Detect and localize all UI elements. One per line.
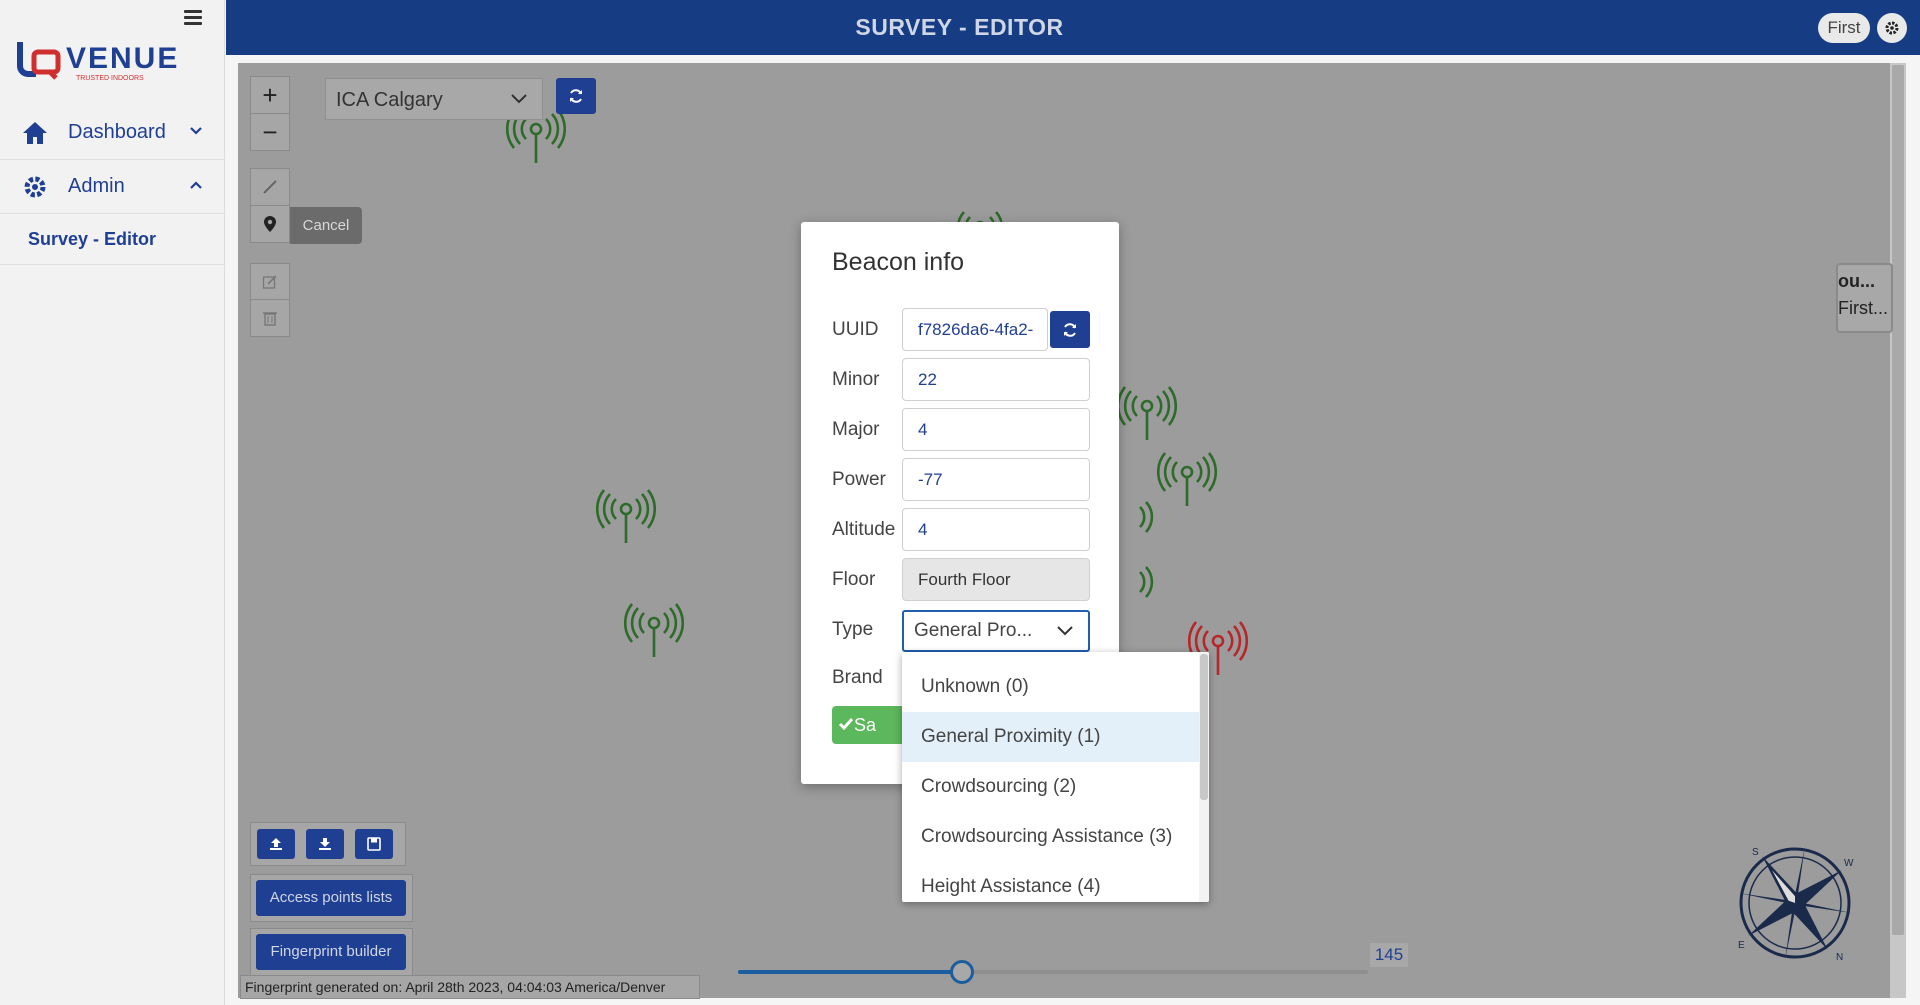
uuid-label: UUID (832, 319, 879, 340)
minor-field[interactable]: 22 (902, 358, 1090, 401)
zoom-out-button[interactable]: − (250, 113, 290, 151)
edit-icon (262, 275, 277, 289)
floor-panel-building: ou... (1838, 271, 1875, 291)
type-option[interactable]: Crowdsourcing (2) (902, 762, 1199, 812)
altitude-field[interactable]: 4 (902, 508, 1090, 551)
floor-label: Floor (832, 569, 876, 590)
beacon-marker[interactable] (624, 601, 684, 661)
uuid-field[interactable]: f7826da6-4fa2- (902, 308, 1048, 351)
access-points-wrapper: Access points lists (250, 874, 413, 922)
page-title: SURVEY - EDITOR (855, 14, 1064, 40)
floor-panel[interactable]: ou... First... (1836, 263, 1893, 333)
altitude-label: Altitude (832, 519, 896, 540)
minor-label: Minor (832, 369, 880, 390)
sidebar-item-dashboard[interactable]: Dashboard (0, 106, 225, 160)
floppy-disk-icon (367, 837, 381, 851)
download-button[interactable] (306, 829, 344, 859)
slider-value: 145 (1370, 943, 1408, 967)
upload-button[interactable] (257, 829, 295, 859)
user-menu-button[interactable]: First (1818, 13, 1870, 43)
beacon-marker[interactable] (1157, 450, 1217, 510)
map-scrollbar-thumb[interactable] (1892, 65, 1904, 935)
refresh-icon (1064, 322, 1076, 337)
draw-line-button[interactable] (250, 168, 290, 206)
sidebar-item-label: Dashboard (68, 121, 166, 143)
add-marker-button[interactable] (250, 205, 290, 243)
gear-icon (20, 172, 50, 202)
type-label: Type (832, 619, 874, 640)
major-label: Major (832, 419, 880, 440)
home-icon (20, 118, 50, 148)
brand-label: Brand (832, 667, 883, 688)
type-option-selected[interactable]: General Proximity (1) (902, 712, 1199, 762)
gear-icon (1885, 21, 1899, 35)
floor-height-slider[interactable] (738, 960, 1368, 984)
settings-button[interactable] (1877, 13, 1907, 43)
beacon-marker[interactable] (596, 487, 656, 547)
chevron-down-icon (511, 94, 527, 104)
save-map-button[interactable] (355, 829, 393, 859)
access-points-list-button[interactable]: Access points lists (256, 880, 406, 916)
compass-letter-n: N (1836, 952, 1843, 963)
map-pin-icon (264, 216, 276, 232)
hamburger-menu-icon[interactable] (184, 10, 202, 25)
venue-select-value: ICA Calgary (336, 89, 443, 111)
top-header: SURVEY - EDITOR First (226, 0, 1920, 55)
chevron-down-icon (190, 127, 202, 135)
import-export-toolbar (250, 822, 406, 866)
map-scrollbar[interactable] (1890, 63, 1906, 998)
power-field[interactable]: -77 (902, 458, 1090, 501)
dropdown-scrollbar[interactable] (1199, 652, 1209, 902)
floor-field: Fourth Floor (902, 558, 1090, 601)
dropdown-scrollbar-thumb[interactable] (1200, 654, 1208, 800)
venue-refresh-button[interactable] (556, 78, 596, 114)
type-option[interactable]: Height Assistance (4) (902, 862, 1199, 902)
sidebar: VENUE TRUSTED INDOORS Dashboard Admin Su… (0, 0, 225, 1005)
chevron-down-icon (1057, 626, 1073, 636)
line-tool-icon (263, 180, 277, 194)
type-option[interactable]: Unknown (0) (902, 662, 1199, 712)
type-select[interactable]: General Pro... (902, 610, 1090, 652)
modal-title: Beacon info (832, 248, 965, 276)
logo-text: VENUE (66, 42, 179, 75)
compass-letter-s: S (1752, 847, 1759, 858)
compass-rose-icon: S W N E (1738, 847, 1854, 963)
beacon-marker[interactable] (1117, 384, 1177, 444)
fingerprint-status-text: Fingerprint generated on: April 28th 202… (240, 975, 700, 999)
sidebar-item-label: Admin (68, 175, 125, 197)
floor-panel-floor[interactable]: First... (1838, 298, 1891, 319)
checkmark-icon (839, 718, 853, 731)
type-select-value: General Pro... (914, 620, 1033, 641)
logo-tagline: TRUSTED INDOORS (76, 75, 144, 82)
chevron-up-icon (190, 181, 202, 189)
logo-mark-icon (17, 42, 61, 80)
type-dropdown-list: Unknown (0) General Proximity (1) Crowds… (902, 652, 1209, 902)
refresh-icon (570, 89, 582, 103)
slider-thumb[interactable] (949, 960, 974, 984)
power-label: Power (832, 469, 886, 490)
save-button[interactable]: Sa (832, 706, 912, 744)
save-button-label: Sa (854, 715, 877, 735)
uuid-regenerate-button[interactable] (1050, 311, 1090, 348)
fingerprint-builder-wrapper: Fingerprint builder (250, 928, 413, 976)
fingerprint-builder-button[interactable]: Fingerprint builder (256, 934, 406, 970)
compass-letter-w: W (1844, 858, 1854, 869)
major-field[interactable]: 4 (902, 408, 1090, 451)
trash-icon (263, 312, 277, 326)
venue-logo: VENUE TRUSTED INDOORS (14, 40, 204, 90)
slider-fill (738, 970, 962, 974)
delete-button[interactable] (250, 299, 290, 337)
type-option[interactable]: Crowdsourcing Assistance (3) (902, 812, 1199, 862)
compass-letter-e: E (1738, 940, 1745, 951)
cancel-tooltip-button[interactable]: Cancel (290, 207, 362, 244)
sidebar-item-survey-editor[interactable]: Survey - Editor (0, 215, 225, 265)
download-icon (319, 838, 331, 850)
zoom-in-button[interactable]: + (250, 76, 290, 114)
venue-select[interactable]: ICA Calgary (325, 78, 543, 120)
edit-button[interactable] (250, 263, 290, 301)
sidebar-item-admin[interactable]: Admin (0, 160, 225, 214)
upload-icon (270, 838, 282, 850)
